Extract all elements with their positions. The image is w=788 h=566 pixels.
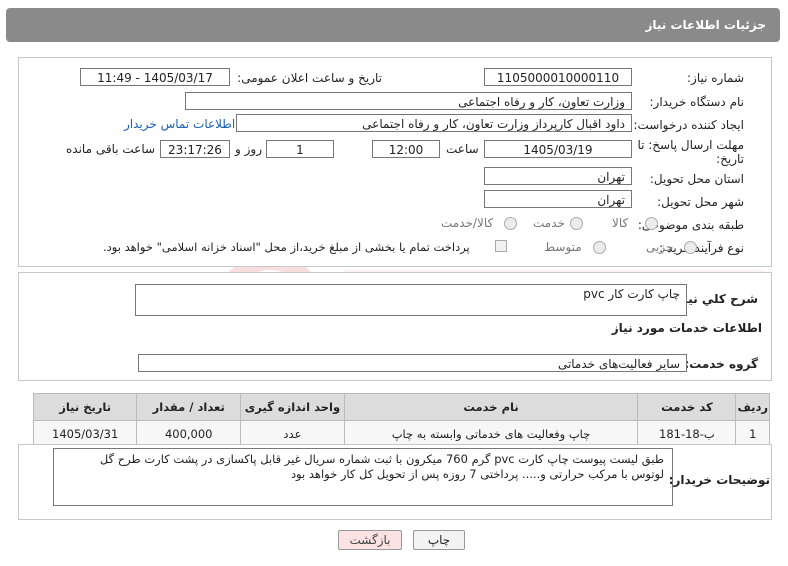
need-number-label: شماره نیاز: [687,71,744,85]
page-header: جزئیات اطلاعات نیاز [6,8,780,42]
category-service-label: خدمت [533,216,565,230]
category-goods-label: کالا [612,216,629,230]
city-label: شهر محل تحویل: [657,195,744,209]
table-header-row: ردیف کد خدمت نام خدمت واحد اندازه گیری ت… [32,393,770,421]
service-group-label: گروه خدمت: [684,357,758,371]
province-label: استان محل تحویل: [649,172,744,186]
treasury-note: پرداخت تمام یا بخشی از مبلغ خرید،از محل … [103,240,470,254]
process-minor-radio[interactable] [684,241,697,254]
days-label: روز و [235,142,262,156]
province-field: تهران [484,167,632,185]
category-service-radio[interactable] [570,217,583,230]
process-minor-label: جزیی [646,240,674,254]
column-header: کد خدمت [637,393,737,421]
days-field: 1 [266,140,334,158]
print-button[interactable]: چاپ [413,530,465,550]
category-goods-radio[interactable] [645,217,658,230]
page-title: جزئیات اطلاعات نیاز [645,18,766,32]
requester-field: داود اقبال کارپرداز وزارت تعاون، کار و ر… [236,114,632,132]
buyer-notes-field: طبق لیست پیوست چاپ کارت pvc گرم 760 میکر… [53,448,673,506]
summary-field: چاپ کارت کار pvc [135,284,687,316]
deadline-hour-field: 12:00 [372,140,440,158]
buyer-notes-label: توضیحات خریدار: [668,473,770,487]
deadline-label: مهلت ارسال پاسخ: تا [637,138,744,152]
deadline-date-field: 1405/03/19 [484,140,632,158]
back-button[interactable]: بازگشت [338,530,402,550]
process-medium-label: متوسط [544,240,582,254]
deadline-hour-label: ساعت [446,142,479,156]
requester-label: ایجاد کننده درخواست: [633,118,744,132]
deadline-label-date: تاریخ: [716,152,744,166]
announce-label: تاریخ و ساعت اعلان عمومی: [237,71,382,85]
buyer-org-label: نام دستگاه خریدار: [649,95,745,109]
services-table: ردیف کد خدمت نام خدمت واحد اندازه گیری ت… [32,393,770,448]
column-header: نام خدمت [343,393,639,421]
category-goods-service-label: کالا/خدمت [441,216,494,230]
buyer-notes-line: لوتوس با مرکب حرارتی و..... پرداختی 7 رو… [290,467,664,481]
column-header: ردیف [735,393,770,421]
process-medium-radio[interactable] [593,241,606,254]
announce-field: 1405/03/17 - 11:49 [80,68,230,86]
city-field: تهران [484,190,632,208]
buyer-contact-link[interactable]: اطلاعات تماس خریدار [124,117,235,131]
column-header: تعداد / مقدار [136,393,242,421]
service-group-field: سایر فعالیت‌های خدماتی [138,354,687,372]
column-header: واحد اندازه گیری [240,393,345,421]
services-section-title: اطلاعات خدمات مورد نیاز [611,321,762,335]
remaining-time-field: 23:17:26 [160,140,230,158]
need-number-field: 1105000010000110 [484,68,632,86]
treasury-checkbox[interactable] [495,240,507,252]
buyer-org-field: وزارت تعاون، کار و رفاه اجتماعی [185,92,632,110]
need-info-panel [18,57,772,267]
column-header: تاریخ نیاز [32,393,138,421]
buyer-notes-line: طبق لیست پیوست چاپ کارت pvc گرم 760 میکر… [99,452,664,466]
remaining-time-label: ساعت باقی مانده [66,142,156,156]
category-goods-service-radio[interactable] [504,217,517,230]
